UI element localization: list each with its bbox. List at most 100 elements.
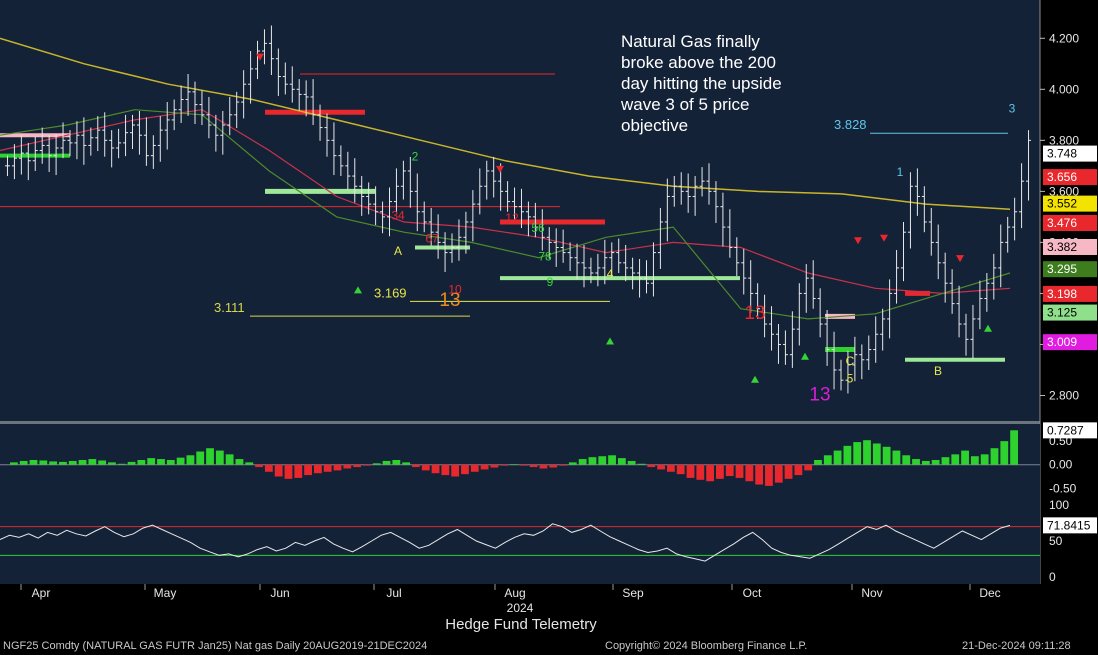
macd-histogram-bar bbox=[970, 456, 979, 465]
x-tick-label: Sep bbox=[622, 586, 644, 600]
price-badge: 3.748 bbox=[1043, 145, 1097, 162]
rsi-panel: 100 50 0 71.8415 bbox=[0, 496, 1097, 586]
macd-histogram-bar bbox=[117, 463, 126, 465]
macd-histogram-bar bbox=[186, 455, 195, 465]
macd-histogram-bar bbox=[412, 464, 420, 468]
price-badge-label: 3.382 bbox=[1047, 240, 1077, 254]
macd-histogram-bar bbox=[588, 457, 597, 465]
macd-histogram-bar bbox=[872, 443, 881, 465]
macd-histogram-bar bbox=[421, 464, 430, 471]
macd-histogram-bar bbox=[921, 460, 930, 465]
price-badge-label: 3.552 bbox=[1047, 197, 1077, 211]
chart-canvas: 4.2004.0003.8003.6003.4003.2003.0002.800… bbox=[0, 0, 1098, 636]
macd-histogram-bar bbox=[431, 464, 440, 474]
macd-histogram-bar bbox=[98, 460, 107, 465]
annotation-line: day hitting the upside bbox=[621, 74, 782, 93]
rsi-tick-label: 50 bbox=[1049, 534, 1063, 548]
macd-histogram-bar bbox=[235, 459, 244, 465]
macd-histogram-bar bbox=[274, 464, 283, 477]
macd-histogram-bar bbox=[559, 464, 567, 466]
x-tick-label: Aug bbox=[504, 586, 525, 600]
price-badge: 3.198 bbox=[1043, 285, 1097, 302]
macd-histogram-bar bbox=[539, 464, 548, 469]
price-level-label: 3.111 bbox=[214, 300, 245, 315]
macd-histogram-bar bbox=[931, 460, 940, 465]
macd-histogram-bar bbox=[686, 464, 695, 478]
price-badge: 3.125 bbox=[1043, 304, 1097, 321]
macd-histogram-bar bbox=[255, 464, 263, 468]
timestamp-text: 21-Dec-2024 09:11:28 bbox=[962, 640, 1071, 652]
macd-histogram-bar bbox=[853, 442, 862, 465]
macd-histogram-bar bbox=[617, 458, 626, 465]
chart-caption: Hedge Fund Telemetry bbox=[445, 616, 597, 633]
macd-histogram-bar bbox=[196, 451, 205, 465]
macd-histogram-bar bbox=[19, 460, 28, 465]
macd-histogram-bar bbox=[480, 464, 489, 470]
macd-histogram-bar bbox=[78, 460, 87, 465]
sequential-count-label: C bbox=[846, 354, 855, 368]
macd-histogram-bar bbox=[304, 464, 312, 476]
macd-histogram-bar bbox=[166, 460, 175, 465]
macd-histogram-bar bbox=[284, 464, 293, 479]
macd-histogram-bar bbox=[461, 464, 469, 475]
macd-histogram-bar bbox=[500, 464, 509, 466]
macd-histogram-bar bbox=[441, 464, 450, 476]
macd-histogram-bar bbox=[823, 455, 832, 465]
macd-histogram-bar bbox=[392, 460, 401, 465]
macd-panel: 0.500.00-0.500.7287 bbox=[0, 422, 1097, 496]
price-badge: 3.656 bbox=[1043, 169, 1097, 186]
macd-badge-label: 0.7287 bbox=[1047, 423, 1084, 437]
macd-histogram-bar bbox=[343, 464, 352, 469]
macd-histogram-bar bbox=[451, 464, 460, 477]
macd-histogram-bar bbox=[382, 460, 391, 465]
macd-histogram-bar bbox=[745, 464, 754, 482]
macd-histogram-bar bbox=[912, 459, 920, 465]
macd-histogram-bar bbox=[666, 464, 675, 472]
sequential-count-label: B bbox=[934, 364, 942, 378]
rsi-tick-label: 100 bbox=[1049, 498, 1069, 512]
macd-histogram-bar bbox=[598, 456, 607, 465]
macd-histogram-bar bbox=[108, 462, 116, 465]
rsi-badge-label: 71.8415 bbox=[1047, 518, 1091, 532]
macd-histogram-bar bbox=[657, 464, 665, 470]
macd-histogram-bar bbox=[882, 446, 891, 465]
macd-histogram-bar bbox=[490, 464, 499, 468]
x-tick-label: Nov bbox=[861, 586, 882, 600]
price-badge: 3.476 bbox=[1043, 215, 1097, 232]
macd-histogram-bar bbox=[784, 464, 793, 479]
x-year-label: 2024 bbox=[507, 601, 534, 615]
sequential-count-label: 56 bbox=[531, 221, 545, 235]
copyright-text: Copyright© 2024 Bloomberg Finance L.P. bbox=[605, 640, 808, 652]
macd-histogram-bar bbox=[363, 464, 371, 466]
sequential-count-label: 67 bbox=[425, 231, 439, 245]
macd-histogram-bar bbox=[88, 459, 97, 465]
price-level-label: 3.169 bbox=[374, 285, 407, 300]
macd-histogram-bar bbox=[137, 460, 146, 465]
x-tick-label: Apr bbox=[32, 586, 51, 600]
macd-histogram-bar bbox=[568, 462, 577, 465]
rsi-panel-bg bbox=[0, 496, 1040, 586]
macd-histogram-bar bbox=[313, 464, 322, 474]
macd-histogram-bar bbox=[725, 464, 734, 477]
macd-histogram-bar bbox=[29, 460, 38, 465]
price-badge: 3.552 bbox=[1043, 195, 1097, 212]
macd-histogram-bar bbox=[961, 450, 969, 465]
x-tick-label: Jul bbox=[386, 586, 401, 600]
macd-histogram-bar bbox=[637, 463, 646, 465]
macd-histogram-bar bbox=[951, 454, 960, 465]
macd-histogram-bar bbox=[519, 464, 528, 466]
annotation-line: wave 3 of 5 price bbox=[621, 95, 750, 114]
macd-histogram-bar bbox=[1010, 430, 1018, 465]
macd-histogram-bar bbox=[755, 464, 764, 485]
price-badge-label: 3.476 bbox=[1047, 216, 1077, 230]
y-tick-label: 3.800 bbox=[1049, 133, 1079, 147]
sequential-count-label: 2 bbox=[412, 150, 419, 164]
macd-histogram-bar bbox=[627, 460, 636, 465]
macd-histogram-bar bbox=[10, 462, 18, 465]
macd-histogram-bar bbox=[333, 464, 342, 471]
rsi-tick-label: 0 bbox=[1049, 570, 1056, 584]
sequential-count-label: 1 bbox=[897, 165, 904, 179]
macd-histogram-bar bbox=[814, 460, 822, 465]
chart-annotation: Natural Gas finally broke above the 200 … bbox=[621, 31, 821, 136]
macd-histogram-bar bbox=[941, 457, 950, 465]
